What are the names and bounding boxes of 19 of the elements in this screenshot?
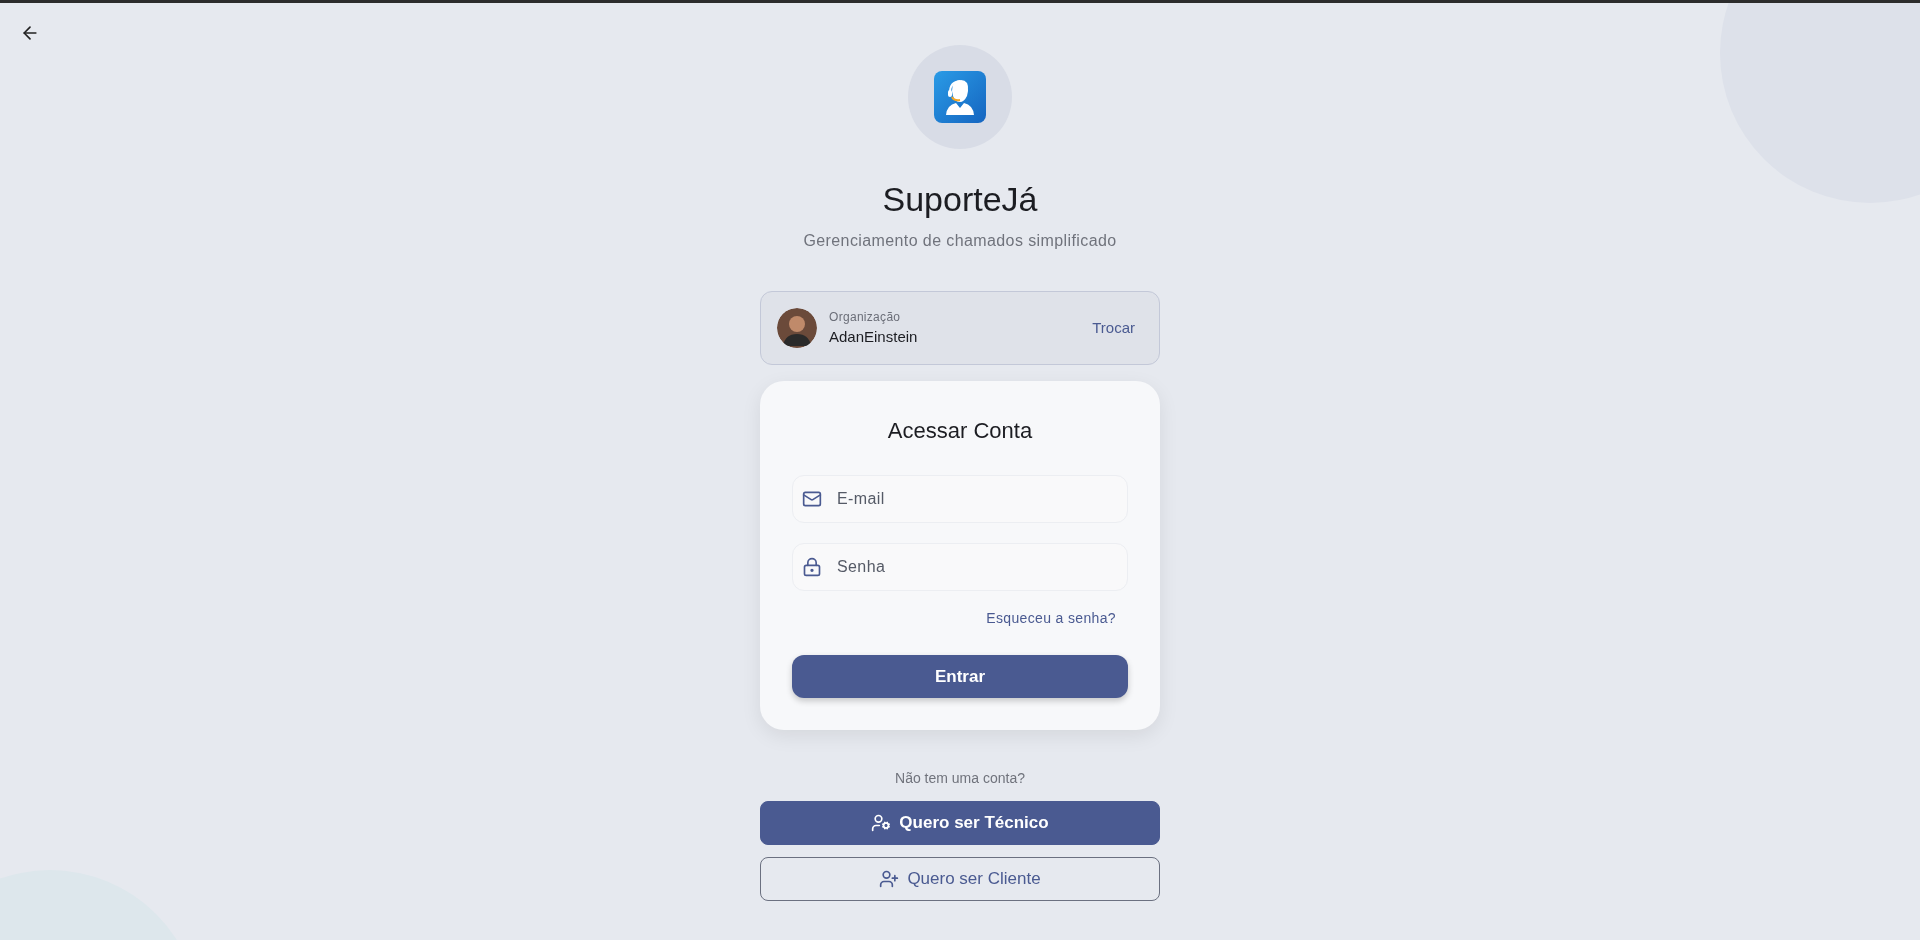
add-person-icon [879,869,900,889]
login-title: Acessar Conta [886,417,1034,445]
client-signup-button[interactable]: Quero ser Cliente [760,857,1160,901]
forgot-password-link[interactable]: Esqueceu a senha? [986,608,1116,629]
login-button[interactable]: Entrar [792,655,1128,698]
app-title: SuporteJá [882,179,1038,219]
app-subtitle: Gerenciamento de chamados simplificado [803,231,1117,251]
organization-name: AdanEinstein [829,326,919,347]
mail-icon [802,489,822,509]
organization-label: Organização [829,308,902,326]
email-field[interactable]: E-mail [792,475,1128,523]
lock-icon [802,557,822,577]
avatar [777,308,817,348]
switch-organization-button[interactable]: Trocar [1092,316,1143,340]
technician-signup-button[interactable]: Quero ser Técnico [760,801,1160,845]
worker-gear-icon [871,813,892,833]
password-field[interactable]: Senha [792,543,1128,591]
signup-prompt: Não tem uma conta? [895,769,1025,788]
headset-agent-icon [934,71,986,123]
